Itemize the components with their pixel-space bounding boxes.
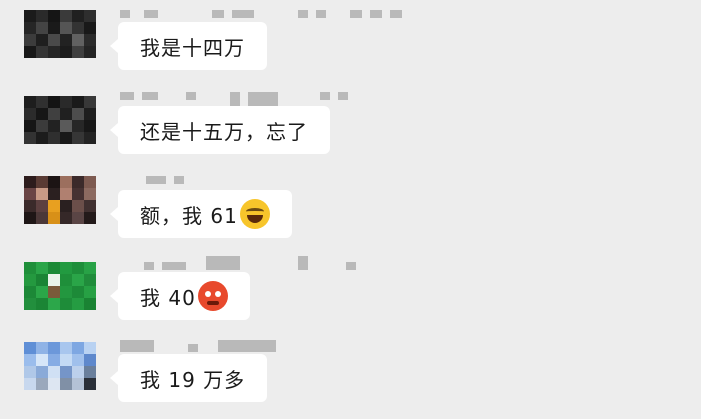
sender-name-blurred — [120, 92, 348, 106]
message-text: 额，我 61 — [140, 203, 238, 228]
avatar[interactable] — [24, 342, 96, 390]
avatar[interactable] — [24, 10, 96, 58]
avatar[interactable] — [24, 96, 96, 144]
rolling-on-floor-laughing-icon — [239, 199, 270, 229]
sender-name-blurred — [120, 340, 276, 352]
avatar[interactable] — [24, 262, 96, 310]
sender-name-blurred — [120, 176, 184, 188]
message-bubble[interactable]: 额，我 61 — [110, 190, 292, 238]
message-text: 我 19 万多 — [140, 367, 246, 392]
message-bubble[interactable]: 我是十四万 — [110, 22, 267, 70]
chat-view: 我是十四万 还是十五万，忘了 额，我 61 我 40 我 19 万多 — [0, 0, 701, 419]
message-text: 我 40 — [140, 285, 196, 310]
avatar[interactable] — [24, 176, 96, 224]
message-bubble[interactable]: 还是十五万，忘了 — [110, 106, 330, 154]
sender-name-blurred — [120, 256, 356, 270]
message-bubble[interactable]: 我 19 万多 — [109, 354, 268, 402]
message-text: 我是十四万 — [140, 35, 245, 60]
message-text: 还是十五万，忘了 — [140, 119, 308, 144]
angry-face-icon — [197, 281, 228, 311]
message-bubble[interactable]: 我 40 — [110, 272, 250, 320]
sender-name-blurred — [120, 10, 402, 22]
